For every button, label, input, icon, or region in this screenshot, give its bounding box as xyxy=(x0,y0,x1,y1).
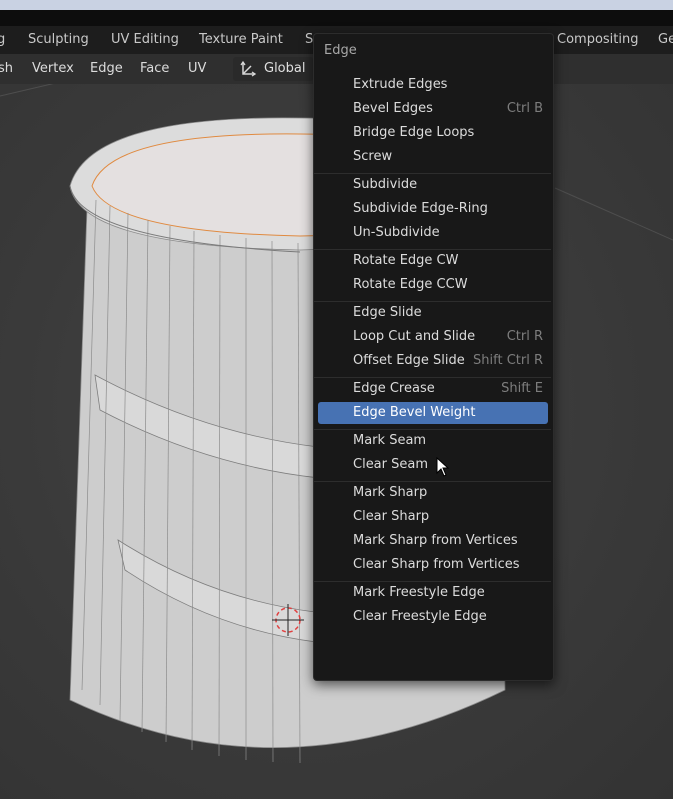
transform-orientation-dropdown[interactable]: Global xyxy=(233,57,313,81)
menu-item-rotate-edge-ccw[interactable]: Rotate Edge CCW xyxy=(318,274,548,296)
menu-item-label: Rotate Edge CCW xyxy=(353,277,468,292)
menu-item-mark-freestyle-edge[interactable]: Mark Freestyle Edge xyxy=(318,582,548,604)
menu-edge[interactable]: Edge xyxy=(90,61,123,76)
menu-item-label: Edge Crease xyxy=(353,381,435,396)
menu-item-shortcut: Shift E xyxy=(501,381,543,396)
menu-item-label: Mark Sharp xyxy=(353,485,428,500)
menu-item-un-subdivide[interactable]: Un-Subdivide xyxy=(318,222,548,244)
menu-item-bridge-edge-loops[interactable]: Bridge Edge Loops xyxy=(318,122,548,144)
transform-orientation-label: Global xyxy=(264,61,306,76)
tab-layout-partial[interactable]: g xyxy=(0,32,5,47)
menu-item-shortcut: Ctrl B xyxy=(506,101,543,116)
menu-item-loop-cut-and-slide[interactable]: Loop Cut and Slide Ctrl R xyxy=(318,326,548,348)
menu-vertex[interactable]: Vertex xyxy=(32,61,74,76)
menu-item-edge-crease[interactable]: Edge Crease Shift E xyxy=(318,378,548,400)
menu-item-mark-sharp[interactable]: Mark Sharp xyxy=(318,482,548,504)
menu-item-rotate-edge-cw[interactable]: Rotate Edge CW xyxy=(318,250,548,272)
menu-item-subdivide[interactable]: Subdivide xyxy=(318,174,548,196)
menu-item-label: Un-Subdivide xyxy=(353,225,440,240)
transform-orientation-icon xyxy=(240,60,257,77)
menu-item-label: Loop Cut and Slide xyxy=(353,329,476,344)
menu-item-label: Clear Sharp from Vertices xyxy=(353,557,520,572)
menu-item-label: Clear Freestyle Edge xyxy=(353,609,487,624)
menu-item-label: Bevel Edges xyxy=(353,101,433,116)
menu-item-shortcut: Ctrl R xyxy=(506,329,543,344)
menu-mesh[interactable]: sh xyxy=(0,61,13,76)
menu-item-extrude-edges[interactable]: Extrude Edges xyxy=(318,74,548,96)
menu-item-label: Bridge Edge Loops xyxy=(353,125,475,140)
menu-item-label: Mark Sharp from Vertices xyxy=(353,533,518,548)
menu-item-clear-sharp-from-vertices[interactable]: Clear Sharp from Vertices xyxy=(318,554,548,576)
menu-item-bevel-edges[interactable]: Bevel Edges Ctrl B xyxy=(318,98,548,120)
menu-item-label: Offset Edge Slide xyxy=(353,353,465,368)
menu-item-edge-slide[interactable]: Edge Slide xyxy=(318,302,548,324)
window-top-strip xyxy=(0,0,673,10)
menu-item-label: Rotate Edge CW xyxy=(353,253,459,268)
menu-item-label: Edge Slide xyxy=(353,305,422,320)
menu-item-mark-seam[interactable]: Mark Seam xyxy=(318,430,548,452)
tab-compositing[interactable]: Compositing xyxy=(557,32,639,47)
menu-title: Edge xyxy=(324,43,357,58)
menu-item-label: Clear Sharp xyxy=(353,509,430,524)
menu-item-offset-edge-slide[interactable]: Offset Edge Slide Shift Ctrl R xyxy=(318,350,548,372)
menu-item-subdivide-edge-ring[interactable]: Subdivide Edge-Ring xyxy=(318,198,548,220)
menu-item-label: Subdivide xyxy=(353,177,418,192)
tab-uv-editing[interactable]: UV Editing xyxy=(111,32,179,47)
menu-item-label: Subdivide Edge-Ring xyxy=(353,201,488,216)
menu-item-label: Extrude Edges xyxy=(353,77,448,92)
menu-item-edge-bevel-weight[interactable]: Edge Bevel Weight xyxy=(318,402,548,424)
menu-item-clear-sharp[interactable]: Clear Sharp xyxy=(318,506,548,528)
menu-item-label: Edge Bevel Weight xyxy=(353,405,476,420)
menu-item-mark-sharp-from-vertices[interactable]: Mark Sharp from Vertices xyxy=(318,530,548,552)
tab-texture-paint[interactable]: Texture Paint xyxy=(199,32,283,47)
menu-item-clear-seam[interactable]: Clear Seam xyxy=(318,454,548,476)
menu-item-label: Screw xyxy=(353,149,393,164)
tab-sculpting[interactable]: Sculpting xyxy=(28,32,89,47)
menu-item-label: Mark Freestyle Edge xyxy=(353,585,485,600)
menu-uv[interactable]: UV xyxy=(188,61,206,76)
menu-item-screw[interactable]: Screw xyxy=(318,146,548,168)
menu-item-label: Mark Seam xyxy=(353,433,427,448)
menu-face[interactable]: Face xyxy=(140,61,169,76)
tab-geometry-partial[interactable]: Ge xyxy=(658,32,673,47)
mouse-pointer-icon xyxy=(436,457,450,477)
menu-item-clear-freestyle-edge[interactable]: Clear Freestyle Edge xyxy=(318,606,548,628)
workspace-bar xyxy=(0,10,673,26)
edge-context-menu: Edge Extrude Edges Bevel Edges Ctrl B Bridg… xyxy=(313,33,554,681)
menu-item-label: Clear Seam xyxy=(353,457,429,472)
menu-item-shortcut: Shift Ctrl R xyxy=(473,353,543,368)
